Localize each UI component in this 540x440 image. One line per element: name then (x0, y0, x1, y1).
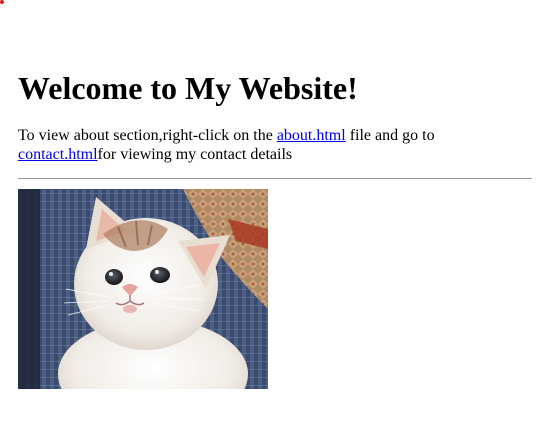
intro-text-after: for viewing my contact details (97, 146, 293, 163)
page-title: Welcome to My Website! (18, 70, 358, 106)
intro-text-before: To view about section,right-click on the (18, 127, 277, 144)
intro-text-middle: file and go to (345, 127, 435, 144)
horizontal-divider (18, 178, 532, 179)
corner-marker (0, 0, 4, 4)
about-link[interactable]: about.html (277, 127, 346, 144)
contact-link[interactable]: contact.html (18, 146, 98, 163)
intro-paragraph: To view about section,right-click on the… (18, 126, 532, 164)
kitten-image (18, 189, 268, 389)
